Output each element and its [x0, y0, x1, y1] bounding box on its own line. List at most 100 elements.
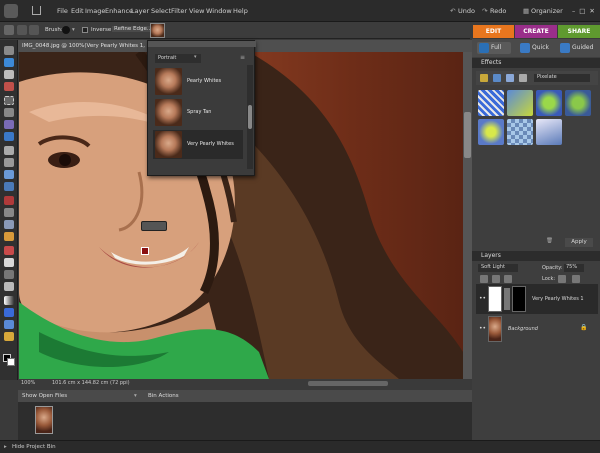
preset-pearly-whites[interactable]: Pearly Whites	[153, 67, 243, 96]
straighten-tool-icon[interactable]	[4, 182, 14, 191]
vertical-scrollbar[interactable]	[463, 52, 472, 379]
smart-brush-pin-toolbar[interactable]	[141, 221, 167, 231]
layer-name[interactable]: Background	[508, 326, 538, 332]
menu-enhance[interactable]: Enhance	[105, 7, 133, 15]
chevron-down-icon[interactable]: ▾	[194, 54, 197, 60]
eye-icon[interactable]: ••	[479, 295, 486, 302]
menu-window[interactable]: Window	[206, 7, 232, 15]
effect-thumbnail[interactable]	[536, 119, 562, 145]
popup-drag-handle[interactable]	[148, 41, 256, 47]
marquee-tool-icon[interactable]	[4, 96, 14, 105]
layer-row-very-pearly-whites[interactable]: •• Very Pearly Whites 1	[476, 284, 598, 314]
bin-thumbnail[interactable]	[35, 406, 53, 434]
new-selection-icon[interactable]	[17, 25, 27, 35]
show-open-files-dropdown[interactable]: Show Open Files	[22, 393, 67, 399]
effect-thumbnail[interactable]	[478, 119, 504, 145]
home-icon[interactable]	[32, 6, 41, 15]
brush-preview-icon[interactable]	[62, 26, 70, 34]
menu-select[interactable]: Select	[151, 7, 171, 15]
menu-view[interactable]: View	[189, 7, 204, 15]
smart-brush-pin-icon[interactable]	[141, 247, 149, 255]
menu-filter[interactable]: Filter	[171, 7, 187, 15]
blur-tool-icon[interactable]	[4, 320, 14, 329]
tab-guided[interactable]: Guided	[558, 42, 598, 54]
smart-brush-tool-icon[interactable]	[4, 270, 14, 279]
zoom-tool-icon[interactable]	[4, 58, 14, 67]
tab-quick[interactable]: Quick	[518, 42, 554, 54]
pencil-tool-icon[interactable]	[4, 232, 14, 241]
magic-wand-tool-icon[interactable]	[4, 120, 14, 129]
organizer-button[interactable]: Organizer	[531, 7, 563, 15]
opacity-field[interactable]: 75%	[564, 264, 584, 272]
effects-category-dropdown[interactable]: Pixelate	[534, 74, 590, 82]
lasso-tool-icon[interactable]	[4, 108, 14, 117]
hand-tool-icon[interactable]	[4, 70, 14, 79]
menu-edit[interactable]: Edit	[71, 7, 84, 15]
lock-transparent-icon[interactable]	[558, 275, 566, 283]
hide-project-bin-button[interactable]: Hide Project Bin	[12, 444, 56, 450]
preset-very-pearly-whites[interactable]: Very Pearly Whites	[153, 130, 243, 159]
eye-icon[interactable]: ••	[479, 325, 486, 332]
eyedropper-tool-icon[interactable]	[4, 82, 14, 91]
chevron-down-icon[interactable]: ▾	[134, 393, 137, 399]
blend-mode-dropdown[interactable]: Soft Light	[478, 264, 518, 272]
paint-bucket-tool-icon[interactable]	[4, 282, 14, 291]
gradient-tool-icon[interactable]	[4, 296, 14, 305]
popup-scroll-thumb[interactable]	[248, 105, 252, 129]
all-effects-icon[interactable]	[519, 74, 527, 82]
apply-button[interactable]: Apply	[565, 238, 593, 247]
effect-thumbnail[interactable]	[507, 90, 533, 116]
background-color-swatch[interactable]	[7, 358, 15, 366]
tab-share[interactable]: SHARE	[558, 25, 600, 38]
layer-row-background[interactable]: •• Background 🔒	[476, 314, 598, 344]
redo-button[interactable]: Redo	[490, 7, 506, 15]
popup-menu-icon[interactable]: ≡	[240, 54, 245, 61]
layer-name[interactable]: Very Pearly Whites 1	[532, 296, 584, 302]
window-controls[interactable]: –□✕	[572, 7, 599, 15]
move-tool-icon[interactable]	[4, 46, 14, 55]
smart-brush-tool-icon[interactable]	[4, 25, 14, 35]
effect-thumbnail[interactable]	[507, 119, 533, 145]
effects-panel-header[interactable]: Effects	[472, 58, 600, 68]
menu-image[interactable]: Image	[85, 7, 105, 15]
clone-stamp-tool-icon[interactable]	[4, 220, 14, 229]
inverse-checkbox[interactable]	[82, 27, 88, 33]
menu-file[interactable]: File	[57, 7, 68, 15]
preset-spray-tan[interactable]: Spray Tan	[153, 98, 243, 127]
undo-button[interactable]: Undo	[458, 7, 475, 15]
eraser-tool-icon[interactable]	[4, 258, 14, 267]
tab-create[interactable]: CREATE	[515, 25, 557, 38]
menu-help[interactable]: Help	[233, 7, 248, 15]
delete-layer-icon[interactable]	[504, 275, 512, 283]
chevron-down-icon[interactable]: ▾	[72, 27, 75, 33]
add-selection-icon[interactable]	[29, 25, 39, 35]
red-eye-tool-icon[interactable]	[4, 196, 14, 205]
tab-full[interactable]: Full	[477, 42, 511, 54]
adjustment-layer-icon[interactable]	[492, 275, 500, 283]
zoom-level[interactable]: 100%	[21, 380, 35, 386]
preset-picker-thumbnail[interactable]	[150, 23, 165, 38]
tab-edit[interactable]: EDIT	[473, 25, 514, 38]
effect-thumbnail[interactable]	[536, 90, 562, 116]
sponge-tool-icon[interactable]	[4, 332, 14, 341]
layers-panel-header[interactable]: Layers	[472, 251, 600, 261]
effect-thumbnail[interactable]	[565, 90, 591, 116]
healing-brush-tool-icon[interactable]	[4, 208, 14, 217]
type-tool-icon[interactable]	[4, 146, 14, 155]
recompose-tool-icon[interactable]	[4, 170, 14, 179]
new-layer-icon[interactable]	[480, 275, 488, 283]
refine-edge-button[interactable]: Refine Edge...	[112, 26, 155, 32]
photo-effects-icon[interactable]	[506, 74, 514, 82]
effect-thumbnail[interactable]	[478, 90, 504, 116]
popup-scrollbar[interactable]	[247, 65, 253, 169]
trash-icon[interactable]: 🗑	[546, 238, 553, 244]
crop-tool-icon[interactable]	[4, 158, 14, 167]
horizontal-scrollbar[interactable]	[308, 381, 388, 386]
scroll-thumb[interactable]	[464, 112, 471, 158]
layer-mask-thumbnail[interactable]	[512, 286, 526, 312]
shape-tool-icon[interactable]	[4, 308, 14, 317]
menu-layer[interactable]: Layer	[131, 7, 149, 15]
layer-styles-icon[interactable]	[493, 74, 501, 82]
brush-tool-icon[interactable]	[4, 246, 14, 255]
filters-icon[interactable]	[480, 74, 488, 82]
